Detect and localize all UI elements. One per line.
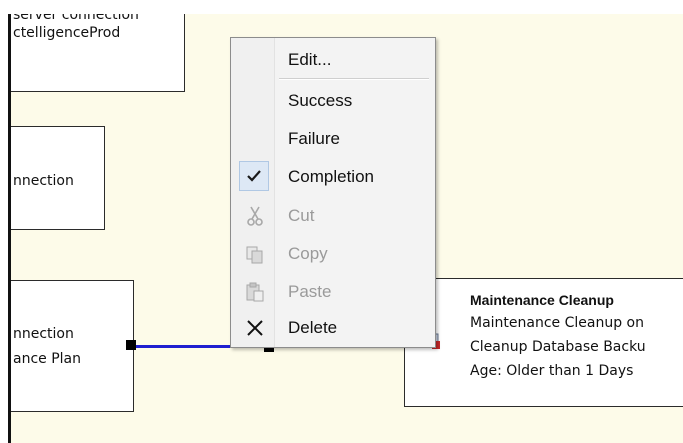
task-text: nnection — [13, 173, 74, 189]
menu-item-label: Cut — [288, 206, 315, 225]
paste-icon — [245, 281, 265, 303]
task-box-maintenance-cleanup[interactable]: Maintenance Cleanup Maintenance Cleanup … — [404, 278, 683, 407]
menu-item-cut[interactable]: Cut — [231, 199, 435, 233]
menu-item-label: Failure — [288, 129, 340, 148]
connector-start-handle[interactable] — [126, 340, 136, 350]
task-box-server-connection[interactable]: server connection ctelligenceProd — [10, 14, 185, 92]
task-box-maintenance-plan[interactable]: nnection ance Plan — [10, 280, 134, 412]
menu-item-paste[interactable]: Paste — [231, 275, 435, 309]
menu-item-label: Delete — [288, 318, 338, 337]
task-description: Cleanup Database Backu — [470, 339, 646, 355]
menu-item-failure[interactable]: Failure — [231, 122, 435, 156]
task-description: Age: Older than 1 Days — [470, 363, 634, 379]
delete-x-icon — [245, 317, 265, 339]
task-text: ctelligenceProd — [13, 25, 121, 41]
menu-item-copy[interactable]: Copy — [231, 237, 435, 271]
menu-item-label: Edit... — [288, 50, 332, 69]
menu-item-edit[interactable]: Edit... — [231, 43, 435, 77]
menu-separator — [279, 78, 429, 80]
menu-item-success[interactable]: Success — [231, 84, 435, 118]
menu-item-label: Paste — [288, 282, 332, 301]
copy-icon — [245, 243, 265, 265]
menu-item-label: Success — [288, 91, 353, 110]
task-text: nnection — [13, 326, 74, 342]
task-text: ance Plan — [13, 351, 81, 367]
context-menu: Edit... Success Failure Completion Cut C… — [230, 37, 436, 348]
scissors-icon — [245, 205, 265, 227]
menu-item-delete[interactable]: Delete — [231, 311, 435, 345]
menu-item-label: Completion — [288, 167, 374, 186]
canvas-left-border — [8, 14, 11, 443]
menu-item-completion[interactable]: Completion — [231, 160, 435, 194]
menu-item-label: Copy — [288, 244, 328, 263]
task-title: Maintenance Cleanup — [470, 292, 614, 308]
task-box-connection[interactable]: nnection — [10, 126, 105, 230]
check-icon — [239, 161, 269, 191]
task-description: Maintenance Cleanup on — [470, 315, 644, 331]
